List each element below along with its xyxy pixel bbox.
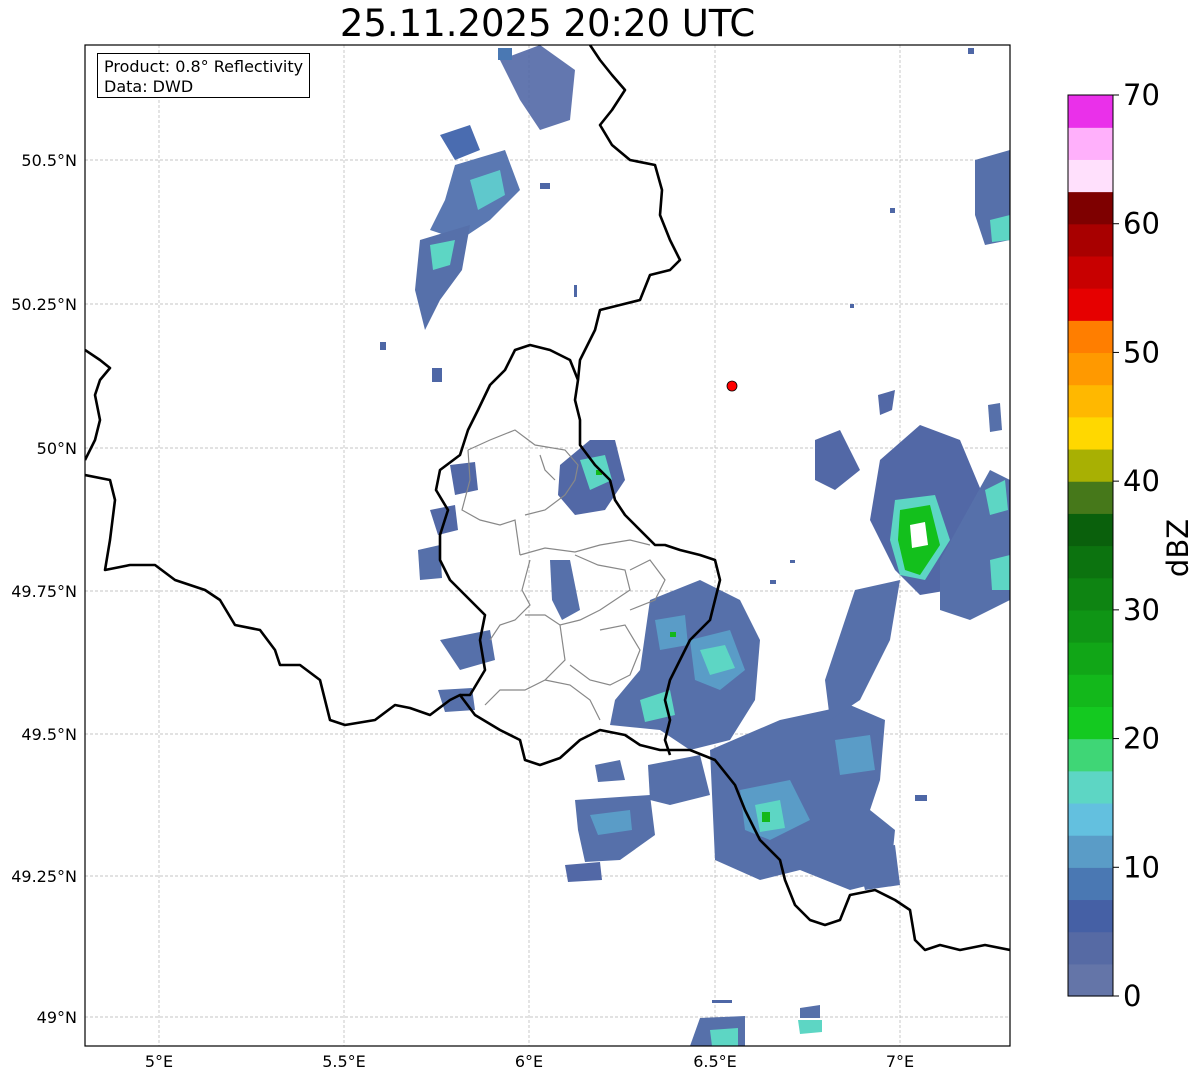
colorbar-swatches: [1068, 95, 1113, 997]
colorbar-swatch: [1068, 802, 1113, 836]
map-frame: [84, 44, 1011, 1047]
colorbar-swatch: [1068, 352, 1113, 386]
longitude-ticks: 5°E 5.5°E 6°E 6.5°E 7°E: [145, 1052, 914, 1071]
lon-tick-label: 6.5°E: [693, 1052, 737, 1071]
lat-tick-label: 50.5°N: [21, 151, 77, 170]
echo-cluster-east: [815, 150, 1010, 720]
colorbar-swatch: [1068, 191, 1113, 225]
colorbar-swatch: [1068, 577, 1113, 611]
latitude-ticks: 50.5°N 50.25°N 50°N 49.75°N 49.5°N 49.25…: [11, 151, 77, 1027]
colorbar-tick-label: 20: [1123, 722, 1160, 756]
colorbar-swatch: [1068, 288, 1113, 321]
colorbar-swatch: [1068, 513, 1113, 547]
colorbar-ticks: 0 10 20 30 40 50 60 70: [1113, 78, 1160, 1013]
colorbar-swatch: [1068, 255, 1113, 289]
colorbar-swatch: [1068, 642, 1113, 675]
lat-tick-label: 50°N: [37, 439, 77, 458]
colorbar-swatch: [1068, 448, 1113, 482]
colorbar-swatch: [1068, 127, 1113, 160]
colorbar-swatch: [1068, 867, 1113, 901]
colorbar-swatch: [1068, 931, 1113, 965]
colorbar-tick-label: 30: [1123, 593, 1160, 627]
colorbar-tick-label: 60: [1123, 207, 1160, 241]
data-source-text: Data: DWD: [104, 77, 194, 96]
product-text: Product: 0.8° Reflectivity: [104, 57, 304, 76]
lon-tick-label: 5°E: [145, 1052, 173, 1071]
map-gridlines: [85, 45, 1010, 1046]
colorbar-swatch: [1068, 963, 1113, 997]
colorbar-swatch: [1068, 481, 1113, 514]
colorbar-tick-label: 10: [1123, 850, 1160, 884]
colorbar-swatch: [1068, 416, 1113, 450]
colorbar-swatch: [1068, 706, 1113, 740]
lat-tick-label: 49.5°N: [21, 725, 77, 744]
colorbar: 0 10 20 30 40 50 60 70 dBZ: [1067, 78, 1195, 1013]
lon-tick-label: 5.5°E: [322, 1052, 366, 1071]
colorbar-label: dBZ: [1161, 519, 1195, 577]
info-box: Product: 0.8° Reflectivity Data: DWD: [97, 53, 310, 98]
lon-tick-label: 7°E: [886, 1052, 914, 1071]
echo-cluster-northwest: [415, 45, 575, 330]
colorbar-swatch: [1068, 95, 1113, 128]
lat-tick-label: 49°N: [37, 1008, 77, 1027]
colorbar-swatch: [1068, 609, 1113, 643]
colorbar-swatch: [1068, 770, 1113, 804]
colorbar-swatch: [1068, 545, 1113, 579]
colorbar-tick-label: 70: [1123, 78, 1160, 112]
lat-tick-label: 49.25°N: [11, 867, 77, 886]
lat-tick-label: 50.25°N: [11, 295, 77, 314]
radar-map: 50.5°N 50.25°N 50°N 49.75°N 49.5°N 49.25…: [11, 44, 1195, 1071]
colorbar-swatch: [1068, 384, 1113, 418]
lat-tick-label: 49.75°N: [11, 582, 77, 601]
echo-cluster-south: [690, 705, 900, 1046]
colorbar-swatch: [1068, 223, 1113, 257]
radar-site-marker: [726, 380, 738, 392]
colorbar-tick-label: 0: [1123, 979, 1141, 1013]
colorbar-tick-label: 50: [1123, 335, 1160, 369]
radar-echoes: [380, 45, 1010, 1046]
colorbar-swatch: [1068, 674, 1113, 707]
colorbar-tick-label: 40: [1123, 464, 1160, 498]
colorbar-swatch: [1068, 738, 1113, 772]
colorbar-swatch: [1068, 159, 1113, 193]
lon-tick-label: 6°E: [515, 1052, 543, 1071]
colorbar-swatch: [1068, 835, 1113, 868]
colorbar-swatch: [1068, 320, 1113, 354]
colorbar-swatch: [1068, 899, 1113, 933]
